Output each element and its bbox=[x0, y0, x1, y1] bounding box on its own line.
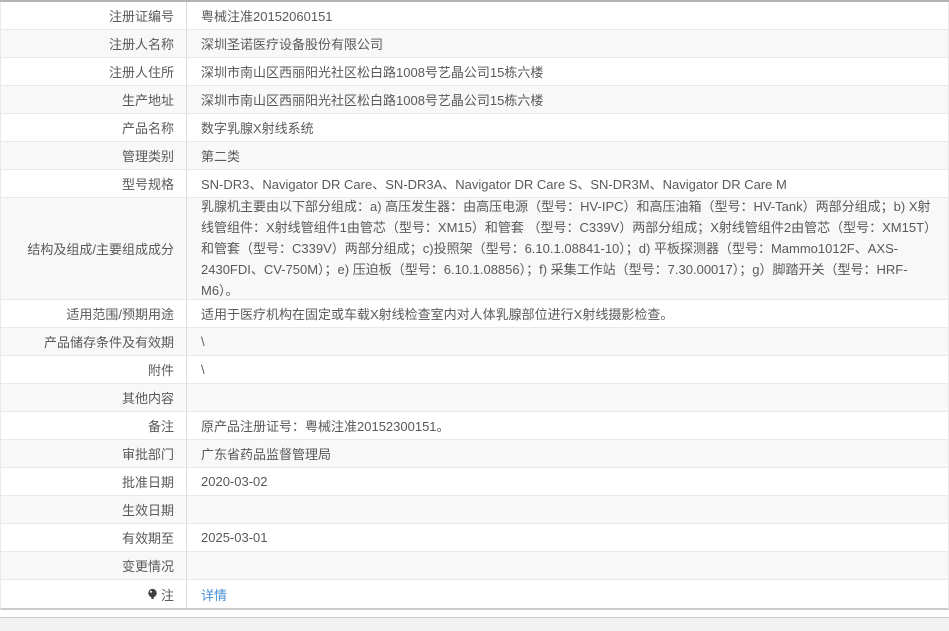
row-label-text: 附件 bbox=[147, 363, 174, 378]
row-label-storage-conditions: 产品储存条件及有效期 bbox=[1, 328, 187, 355]
row-label-text: 产品储存条件及有效期 bbox=[43, 335, 174, 350]
table-bottom-gap bbox=[0, 610, 949, 617]
footer-divider bbox=[0, 617, 949, 631]
row-value-text: 2020-03-02 bbox=[201, 474, 268, 489]
detail-link[interactable]: 详情 bbox=[201, 585, 227, 604]
table-row-valid-until: 有效期至 2025-03-01 bbox=[1, 524, 948, 552]
row-label-registrant-name: 注册人名称 bbox=[1, 30, 187, 57]
row-value-text: 深圳圣诺医疗设备股份有限公司 bbox=[201, 37, 384, 52]
row-label-text: 管理类别 bbox=[121, 149, 174, 164]
table-row-model-spec: 型号规格 SN-DR3、Navigator DR Care、SN-DR3A、Nav… bbox=[1, 170, 948, 198]
row-value-text: 适用于医疗机构在固定或车载X射线检查室内对人体乳腺部位进行X射线摄影检查。 bbox=[201, 307, 674, 322]
row-label-approval-department: 审批部门 bbox=[1, 440, 187, 467]
table-row-other-content: 其他内容 bbox=[1, 384, 948, 412]
row-label-effective-date: 生效日期 bbox=[1, 496, 187, 523]
table-row-management-class: 管理类别 第二类 bbox=[1, 142, 948, 170]
row-value-cell-model-spec: SN-DR3、Navigator DR Care、SN-DR3A、Navigat… bbox=[187, 170, 948, 197]
row-label-registration-number: 注册证编号 bbox=[1, 2, 187, 29]
table-row-approval-department: 审批部门 广东省药品监督管理局 bbox=[1, 440, 948, 468]
row-label-text: 备注 bbox=[147, 419, 174, 434]
row-label-text: 批准日期 bbox=[121, 475, 174, 490]
row-value-text: 2025-03-01 bbox=[201, 530, 268, 545]
table-row-remarks: 备注 原产品注册证号：粤械注准20152300151。 bbox=[1, 412, 948, 440]
row-value-cell-product-name: 数字乳腺X射线系统 bbox=[187, 114, 948, 141]
row-value-text: 原产品注册证号：粤械注准20152300151。 bbox=[201, 419, 450, 434]
row-label-text: 其他内容 bbox=[121, 391, 174, 406]
row-label-text: 产品名称 bbox=[121, 121, 174, 136]
row-value-text: 深圳市南山区西丽阳光社区松白路1008号艺晶公司15栋六楼 bbox=[201, 93, 544, 108]
row-label-remarks: 备注 bbox=[1, 412, 187, 439]
row-label-other-content: 其他内容 bbox=[1, 384, 187, 411]
row-value-text: \ bbox=[201, 362, 205, 377]
row-label-note: 注 bbox=[1, 580, 187, 608]
row-value-cell-remarks: 原产品注册证号：粤械注准20152300151。 bbox=[187, 412, 948, 439]
row-value-cell-composition: 乳腺机主要由以下部分组成：a) 高压发生器：由高压电源（型号：HV-IPC）和高… bbox=[187, 198, 948, 299]
table-row-change-status: 变更情况 bbox=[1, 552, 948, 580]
table-row-intended-use: 适用范围/预期用途 适用于医疗机构在固定或车载X射线检查室内对人体乳腺部位进行X射… bbox=[1, 300, 948, 328]
row-label-production-address: 生产地址 bbox=[1, 86, 187, 113]
bulb-icon bbox=[147, 588, 158, 600]
row-label-text: 生产地址 bbox=[121, 93, 174, 108]
row-label-valid-until: 有效期至 bbox=[1, 524, 187, 551]
table-row-effective-date: 生效日期 bbox=[1, 496, 948, 524]
row-label-approval-date: 批准日期 bbox=[1, 468, 187, 495]
table-row-registrant-address: 注册人住所 深圳市南山区西丽阳光社区松白路1008号艺晶公司15栋六楼 bbox=[1, 58, 948, 86]
row-value-cell-production-address: 深圳市南山区西丽阳光社区松白路1008号艺晶公司15栋六楼 bbox=[187, 86, 948, 113]
row-label-text: 生效日期 bbox=[121, 503, 174, 518]
row-label-management-class: 管理类别 bbox=[1, 142, 187, 169]
row-value-cell-storage-conditions: \ bbox=[187, 328, 948, 355]
table-row-production-address: 生产地址 深圳市南山区西丽阳光社区松白路1008号艺晶公司15栋六楼 bbox=[1, 86, 948, 114]
row-value-text: 广东省药品监督管理局 bbox=[201, 447, 332, 462]
row-label-text: 有效期至 bbox=[121, 531, 174, 546]
row-value-cell-note: 详情 bbox=[187, 580, 948, 608]
table-row-product-name: 产品名称 数字乳腺X射线系统 bbox=[1, 114, 948, 142]
row-value-text: 第二类 bbox=[201, 149, 241, 164]
row-value-text: 数字乳腺X射线系统 bbox=[201, 121, 314, 136]
table-row-attachments: 附件 \ bbox=[1, 356, 948, 384]
table-row-registrant-name: 注册人名称 深圳圣诺医疗设备股份有限公司 bbox=[1, 30, 948, 58]
registration-info-table: 注册证编号 粤械注准20152060151 注册人名称 深圳圣诺医疗设备股份有限公司注… bbox=[0, 2, 949, 610]
table-row-approval-date: 批准日期 2020-03-02 bbox=[1, 468, 948, 496]
row-label-composition: 结构及组成/主要组成成分 bbox=[1, 198, 187, 299]
table-row-registration-number: 注册证编号 粤械注准20152060151 bbox=[1, 2, 948, 30]
row-value-cell-intended-use: 适用于医疗机构在固定或车载X射线检查室内对人体乳腺部位进行X射线摄影检查。 bbox=[187, 300, 948, 327]
row-label-text: 注册人名称 bbox=[108, 37, 174, 52]
row-label-text: 适用范围/预期用途 bbox=[66, 307, 174, 322]
row-label-text: 变更情况 bbox=[121, 559, 174, 574]
row-label-text: 注 bbox=[160, 587, 174, 603]
row-value-cell-approval-date: 2020-03-02 bbox=[187, 468, 948, 495]
row-value-text: SN-DR3、Navigator DR Care、SN-DR3A、Navigat… bbox=[201, 177, 787, 192]
row-value-cell-registrant-address: 深圳市南山区西丽阳光社区松白路1008号艺晶公司15栋六楼 bbox=[187, 58, 948, 85]
table-row-note: 注 详情 bbox=[1, 580, 948, 608]
row-value-cell-effective-date bbox=[187, 496, 948, 523]
row-label-change-status: 变更情况 bbox=[1, 552, 187, 579]
row-label-text: 结构及组成/主要组成成分 bbox=[27, 242, 174, 257]
row-value-cell-registration-number: 粤械注准20152060151 bbox=[187, 2, 948, 29]
row-value-cell-management-class: 第二类 bbox=[187, 142, 948, 169]
row-value-text: 乳腺机主要由以下部分组成：a) 高压发生器：由高压电源（型号：HV-IPC）和高… bbox=[201, 199, 931, 298]
row-value-text: \ bbox=[201, 334, 205, 349]
row-label-product-name: 产品名称 bbox=[1, 114, 187, 141]
row-label-text: 注册证编号 bbox=[108, 9, 174, 24]
row-value-cell-approval-department: 广东省药品监督管理局 bbox=[187, 440, 948, 467]
row-value-cell-valid-until: 2025-03-01 bbox=[187, 524, 948, 551]
row-label-registrant-address: 注册人住所 bbox=[1, 58, 187, 85]
row-label-text: 注册人住所 bbox=[108, 65, 174, 80]
row-value-cell-other-content bbox=[187, 384, 948, 411]
row-label-intended-use: 适用范围/预期用途 bbox=[1, 300, 187, 327]
row-label-text: 型号规格 bbox=[121, 177, 174, 192]
table-row-storage-conditions: 产品储存条件及有效期 \ bbox=[1, 328, 948, 356]
row-value-cell-attachments: \ bbox=[187, 356, 948, 383]
row-label-model-spec: 型号规格 bbox=[1, 170, 187, 197]
row-label-text: 审批部门 bbox=[121, 447, 174, 462]
row-value-text: 深圳市南山区西丽阳光社区松白路1008号艺晶公司15栋六楼 bbox=[201, 65, 544, 80]
row-value-text: 粤械注准20152060151 bbox=[201, 9, 333, 24]
row-value-cell-change-status bbox=[187, 552, 948, 579]
row-value-cell-registrant-name: 深圳圣诺医疗设备股份有限公司 bbox=[187, 30, 948, 57]
row-label-attachments: 附件 bbox=[1, 356, 187, 383]
table-row-composition: 结构及组成/主要组成成分 乳腺机主要由以下部分组成：a) 高压发生器：由高压电源（… bbox=[1, 198, 948, 300]
